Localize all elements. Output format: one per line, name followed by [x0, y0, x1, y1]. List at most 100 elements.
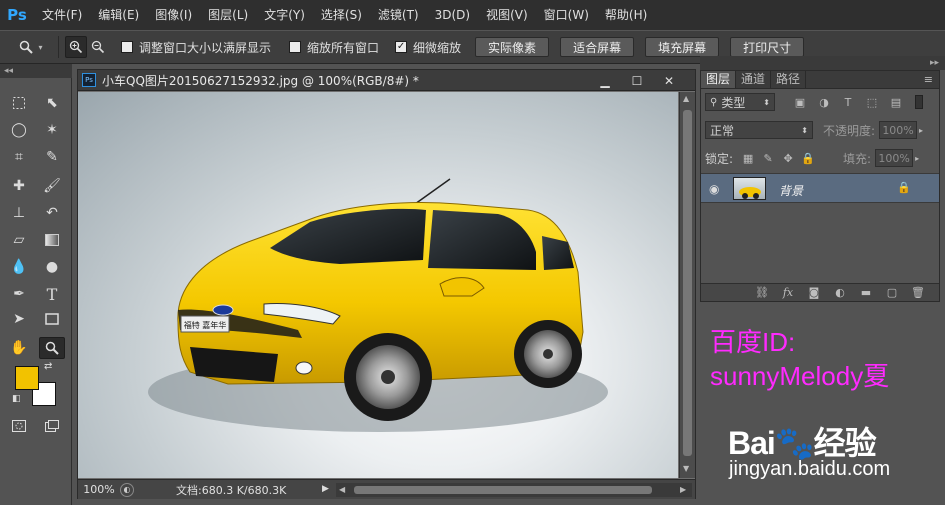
- adjustment-filter-icon[interactable]: ◑: [817, 96, 831, 109]
- layer-name[interactable]: 背景: [779, 182, 803, 199]
- doc-close-button[interactable]: ✕: [653, 70, 685, 91]
- layer-row-background[interactable]: ◉ 背景 🔒: [701, 173, 939, 203]
- move-tool[interactable]: ⬉: [39, 92, 65, 114]
- layer-style-icon[interactable]: fx: [775, 286, 801, 299]
- menu-help[interactable]: 帮助(H): [597, 0, 655, 30]
- ps-file-icon: Ps: [82, 73, 96, 87]
- opacity-field[interactable]: 100%: [879, 121, 918, 139]
- tab-paths[interactable]: 路径: [771, 71, 807, 88]
- marquee-tool[interactable]: [6, 92, 32, 114]
- magic-wand-tool[interactable]: ✶: [39, 119, 65, 141]
- zoom-tool[interactable]: [39, 337, 65, 359]
- search-icon: ⚲: [710, 96, 718, 108]
- new-layer-icon[interactable]: ▢: [879, 286, 905, 299]
- vertical-scroll-thumb[interactable]: [683, 110, 692, 456]
- horizontal-scrollbar[interactable]: ◀ ▶: [336, 483, 692, 497]
- checkbox-box-checked[interactable]: ✓: [395, 41, 408, 53]
- layer-filter-dropdown[interactable]: ⚲ 类型 ⬍: [705, 93, 775, 111]
- new-group-icon[interactable]: ▬: [853, 286, 879, 299]
- filter-toggle[interactable]: [915, 95, 923, 109]
- link-layers-icon[interactable]: ⛓: [749, 286, 775, 299]
- scroll-down-icon[interactable]: ▼: [683, 464, 689, 473]
- lock-pixels-icon[interactable]: ✎: [761, 152, 775, 165]
- eye-icon[interactable]: ◉: [709, 182, 719, 196]
- eyedropper-tool[interactable]: ✎: [39, 146, 65, 168]
- blend-mode-dropdown[interactable]: 正常 ⬍: [705, 121, 813, 139]
- menu-window[interactable]: 窗口(W): [536, 0, 597, 30]
- quick-mask-tool[interactable]: [6, 415, 32, 437]
- fill-arrow-icon[interactable]: ▸: [915, 154, 919, 163]
- shape-filter-icon[interactable]: ⬚: [865, 96, 879, 109]
- default-colors-icon[interactable]: ◧: [12, 394, 21, 404]
- lock-transparent-icon[interactable]: ▦: [741, 152, 755, 165]
- scroll-left-icon[interactable]: ◀: [339, 485, 345, 494]
- image-filter-icon[interactable]: ▣: [793, 96, 807, 109]
- brush-tool[interactable]: 🖌: [39, 175, 65, 197]
- screen-mode-tool[interactable]: [39, 415, 65, 437]
- swap-colors-icon[interactable]: ⇄: [44, 361, 52, 372]
- type-filter-icon[interactable]: T: [841, 96, 855, 109]
- vertical-scrollbar[interactable]: ▲ ▼: [679, 92, 695, 478]
- toolbox-collapse-button[interactable]: ◂◂: [0, 64, 72, 78]
- doc-minimize-button[interactable]: ▁: [589, 70, 621, 91]
- doc-maximize-button[interactable]: ☐: [621, 70, 653, 91]
- horizontal-scroll-thumb[interactable]: [354, 486, 652, 494]
- history-brush-tool[interactable]: ↶: [39, 202, 65, 224]
- checkbox-box[interactable]: [289, 41, 302, 53]
- add-mask-icon[interactable]: ◙: [801, 286, 827, 299]
- actual-pixels-button[interactable]: 实际像素: [475, 37, 550, 57]
- zoom-out-button[interactable]: [87, 36, 109, 58]
- menu-view[interactable]: 视图(V): [478, 0, 536, 30]
- checkbox-box[interactable]: [121, 41, 133, 53]
- type-tool[interactable]: T: [39, 283, 65, 305]
- menu-edit[interactable]: 编辑(E): [90, 0, 147, 30]
- scroll-up-icon[interactable]: ▲: [683, 94, 689, 103]
- tab-channels[interactable]: 通道: [736, 71, 772, 88]
- tab-layers[interactable]: 图层: [701, 71, 737, 88]
- info-icon[interactable]: ◐: [120, 482, 134, 497]
- crop-tool[interactable]: ⌗: [6, 146, 32, 168]
- document-tab[interactable]: Ps 小车QQ图片20150627152932.jpg @ 100%(RGB/8…: [78, 70, 695, 91]
- healing-brush-tool[interactable]: ✚: [6, 175, 32, 197]
- panel-collapse-button[interactable]: ▸▸: [700, 56, 945, 70]
- blur-tool[interactable]: 💧: [6, 256, 32, 278]
- menu-3d[interactable]: 3D(D): [427, 0, 478, 30]
- fit-screen-button[interactable]: 适合屏幕: [560, 37, 635, 57]
- opacity-arrow-icon[interactable]: ▸: [919, 126, 923, 135]
- scrubby-zoom-checkbox[interactable]: ✓ 细微缩放: [395, 39, 461, 56]
- eraser-tool[interactable]: ▱: [6, 229, 32, 251]
- image-canvas[interactable]: 福特 嘉年华: [78, 92, 678, 478]
- status-menu-arrow-icon[interactable]: ▶: [322, 484, 329, 494]
- dodge-tool[interactable]: ●: [39, 256, 65, 278]
- fill-screen-button[interactable]: 填充屏幕: [645, 37, 720, 57]
- chevron-down-icon: ⬍: [763, 97, 770, 107]
- menu-filter[interactable]: 滤镜(T): [370, 0, 427, 30]
- fill-field[interactable]: 100%: [875, 149, 914, 167]
- lock-all-icon[interactable]: 🔒: [801, 152, 815, 165]
- scroll-right-icon[interactable]: ▶: [680, 485, 686, 494]
- zoom-level[interactable]: 100%: [78, 483, 120, 496]
- menu-type[interactable]: 文字(Y): [256, 0, 313, 30]
- gradient-tool[interactable]: [39, 229, 65, 251]
- path-selection-tool[interactable]: ➤: [6, 308, 32, 330]
- tool-preset-picker[interactable]: ▾: [10, 35, 52, 59]
- clone-stamp-tool[interactable]: ⊥: [6, 202, 32, 224]
- lasso-tool[interactable]: ◯: [6, 119, 32, 141]
- hand-tool[interactable]: ✋: [6, 337, 32, 359]
- rectangle-tool[interactable]: [39, 308, 65, 330]
- trash-icon[interactable]: 🗑: [905, 286, 931, 299]
- menu-select[interactable]: 选择(S): [313, 0, 370, 30]
- foreground-color-swatch[interactable]: [15, 366, 39, 390]
- zoom-all-windows-checkbox[interactable]: 缩放所有窗口: [289, 39, 379, 56]
- adjustment-layer-icon[interactable]: ◐: [827, 286, 853, 299]
- menu-image[interactable]: 图像(I): [147, 0, 200, 30]
- lock-position-icon[interactable]: ✥: [781, 152, 795, 165]
- zoom-in-button[interactable]: [65, 36, 87, 58]
- panel-menu-icon[interactable]: ≡: [924, 71, 939, 88]
- print-size-button[interactable]: 打印尺寸: [730, 37, 805, 57]
- smart-object-filter-icon[interactable]: ▤: [889, 96, 903, 109]
- pen-tool[interactable]: ✒: [6, 283, 32, 305]
- resize-windows-checkbox[interactable]: 调整窗口大小以满屏显示: [121, 39, 271, 56]
- menu-layer[interactable]: 图层(L): [200, 0, 256, 30]
- menu-file[interactable]: 文件(F): [34, 0, 90, 30]
